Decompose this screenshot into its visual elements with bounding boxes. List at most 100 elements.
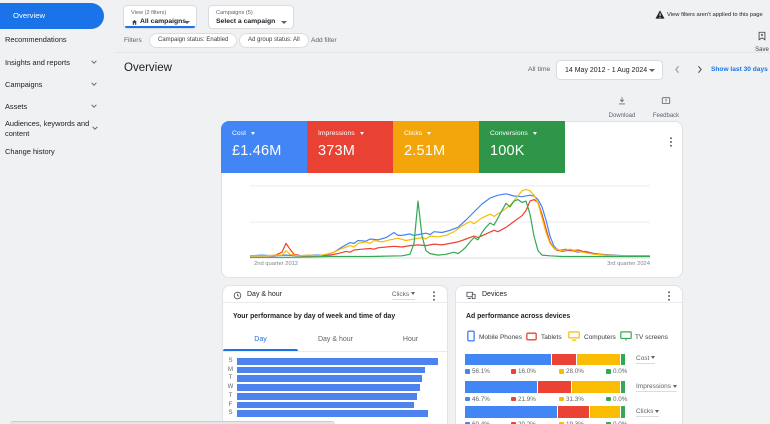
devices-metric-selector-clicks[interactable]: Clicks xyxy=(636,408,660,417)
pct-value: 46.7% xyxy=(472,395,490,403)
date-range-picker[interactable]: 14 May 2012 - 1 Aug 2024 xyxy=(556,60,663,80)
save-icon xyxy=(758,31,766,41)
metric-selector-value: Impressions xyxy=(636,383,672,390)
metric-label: Impressions xyxy=(318,130,355,137)
segment-tv xyxy=(620,381,625,393)
metric-selector-value: Clicks xyxy=(391,290,410,298)
view-filters-warning: View filters aren't applied to this page xyxy=(667,11,763,18)
feedback-icon xyxy=(661,97,671,104)
segment-computer xyxy=(590,406,620,418)
pct-value: 31.3% xyxy=(566,395,584,403)
devices-metric-selector-impressions[interactable]: Impressions xyxy=(636,383,677,392)
day-bar[interactable] xyxy=(237,358,438,365)
day-bar[interactable] xyxy=(237,401,414,409)
day-bar[interactable] xyxy=(237,392,417,400)
sidebar-item-label: Campaigns xyxy=(5,80,43,89)
tab-label: Day xyxy=(254,336,267,343)
day-hour-card: Day & hour Clicks Your performance by da… xyxy=(222,285,448,424)
date-range-value: 14 May 2012 - 1 Aug 2024 xyxy=(565,67,648,74)
view-selector[interactable]: View (2 filters) All campaigns xyxy=(123,5,197,29)
metric-impressions[interactable]: Impressions 373M xyxy=(307,121,393,173)
more-options-icon[interactable] xyxy=(664,290,674,302)
metric-label: Clicks xyxy=(404,130,423,137)
sidebar-item-label: Recommendations xyxy=(5,35,67,44)
devices-metric-selector-cost[interactable]: Cost xyxy=(636,355,656,364)
sidebar-item-campaigns[interactable]: Campaigns xyxy=(5,80,93,90)
sidebar-item-assets[interactable]: Assets xyxy=(5,102,93,112)
download-button[interactable]: Download xyxy=(604,93,640,119)
metric-cost[interactable]: Cost £1.46M xyxy=(221,121,307,173)
chevron-down-icon xyxy=(91,104,97,108)
more-options-icon[interactable] xyxy=(429,290,439,302)
segment-computer xyxy=(577,353,621,365)
view-selector-label: View (2 filters) xyxy=(131,10,167,16)
tab-day-hour[interactable]: Day & hour xyxy=(298,336,373,343)
sidebar-item-label: Insights and reports xyxy=(5,58,70,67)
sidebar-item-recommendations[interactable]: Recommendations xyxy=(5,35,93,45)
metric-value: 2.51M xyxy=(404,143,446,159)
legend-swatch xyxy=(606,396,611,401)
tab-day[interactable]: Day xyxy=(223,336,298,343)
add-filter-button[interactable]: Add filter xyxy=(311,37,337,44)
sidebar-item-insights-and-reports[interactable]: Insights and reports xyxy=(5,58,93,68)
card-subtitle: Your performance by day of week and time… xyxy=(233,313,396,320)
devices-card: Devices Ad performance across devices Mo… xyxy=(455,285,683,424)
day-hour-metric-selector[interactable]: Clicks xyxy=(391,290,415,300)
pct-value: 0.0% xyxy=(613,395,628,403)
stacked-bar-cost[interactable] xyxy=(465,353,626,365)
segment-tv xyxy=(621,353,626,365)
show-last-30-days-link[interactable]: Show last 30 days xyxy=(711,66,768,73)
pct-value: 20.2% xyxy=(518,420,536,424)
chevron-down-icon xyxy=(427,131,432,135)
legend-label: TV screens xyxy=(635,333,668,341)
sidebar-item-overview[interactable]: Overview xyxy=(0,3,104,29)
campaign-selector-value: Select a campaign xyxy=(216,18,276,25)
chevron-down-icon xyxy=(91,60,97,64)
chevron-down-icon xyxy=(91,82,97,86)
stacked-bar-impressions[interactable] xyxy=(465,381,626,393)
legend-label: Tablets xyxy=(541,333,562,341)
segment-tablet xyxy=(551,353,577,365)
pct-value: 16.0% xyxy=(518,368,536,375)
pct-value: 28.0% xyxy=(566,368,584,375)
tv-icon xyxy=(620,331,632,341)
filter-chip-ad-group-status[interactable]: Ad group status: All xyxy=(239,32,309,48)
campaign-selector-label: Campaigns (5) xyxy=(216,10,253,16)
previous-range-button[interactable] xyxy=(672,64,683,75)
metric-value: 100K xyxy=(490,143,525,159)
x-axis-start-label: 2nd quarter 2012 xyxy=(254,261,299,267)
metric-clicks[interactable]: Clicks 2.51M xyxy=(393,121,479,173)
tab-label: Day & hour xyxy=(317,336,354,343)
sidebar-item-change-history[interactable]: Change history xyxy=(5,147,93,157)
performance-timeline-chart xyxy=(250,185,650,259)
computer-icon xyxy=(568,331,580,341)
metric-conversions[interactable]: Conversions 100K xyxy=(479,121,565,173)
save-button[interactable]: Save xyxy=(753,28,770,53)
chevron-down-icon xyxy=(532,131,537,135)
chevron-down-icon xyxy=(359,131,364,135)
segment-tv xyxy=(620,406,625,418)
feedback-button[interactable]: Feedback xyxy=(648,93,684,119)
chevron-down-icon xyxy=(281,21,287,24)
card-title: Day & hour xyxy=(247,291,283,298)
x-axis-end-label: 3rd quarter 2024 xyxy=(607,261,650,267)
more-options-icon[interactable] xyxy=(666,136,676,148)
filter-chip-campaign-status[interactable]: Campaign status: Enabled xyxy=(149,32,238,48)
day-bar[interactable] xyxy=(237,410,428,417)
devices-icon xyxy=(466,291,476,299)
campaign-selector[interactable]: Campaigns (5) Select a campaign xyxy=(208,5,294,29)
day-bar[interactable] xyxy=(237,375,422,383)
next-range-button[interactable] xyxy=(694,64,705,75)
legend-label: Computers xyxy=(584,333,616,341)
metric-label: Cost xyxy=(232,130,246,137)
sidebar-item-audiences-keywords-content[interactable]: Audiences, keywords and content xyxy=(5,119,93,138)
legend-swatch xyxy=(511,369,516,374)
legend-swatch xyxy=(465,369,470,374)
day-bar[interactable] xyxy=(237,384,420,391)
tablet-icon xyxy=(526,332,537,340)
stacked-bar-clicks[interactable] xyxy=(465,406,626,418)
tab-hour[interactable]: Hour xyxy=(373,336,448,343)
day-bar[interactable] xyxy=(237,366,425,374)
chevron-down-icon xyxy=(250,131,255,135)
feedback-label: Feedback xyxy=(652,112,680,119)
